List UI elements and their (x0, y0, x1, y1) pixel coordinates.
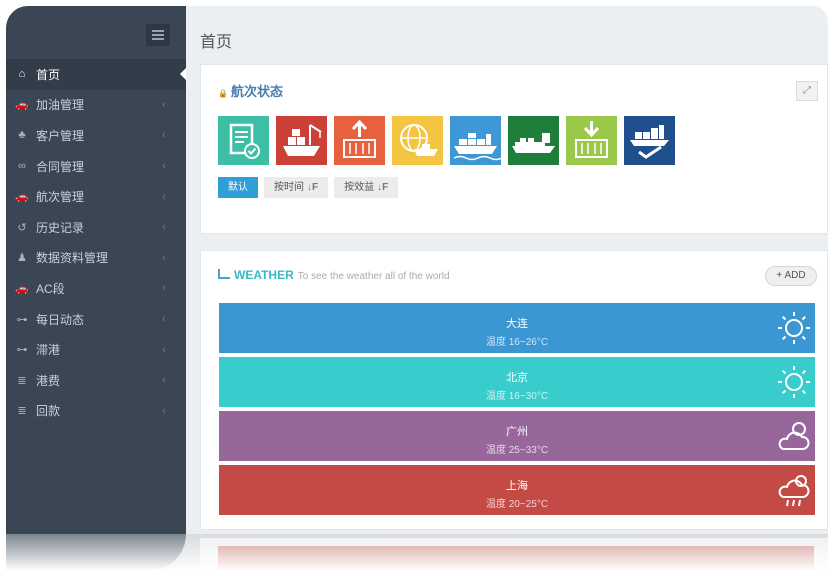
list-icon: ≣ (17, 374, 27, 387)
cloud-sun-icon (775, 417, 813, 455)
weather-city: 大连 (506, 318, 528, 330)
list-icon: ≣ (17, 405, 27, 418)
weather-row[interactable]: 北京温度 16~30°C (219, 357, 815, 407)
sun-icon (775, 363, 813, 401)
sidebar-item-label: 数据资料管理 (36, 251, 109, 266)
page-title: 首页 (200, 34, 233, 51)
sidebar-item-3[interactable]: ∞ 合同管理 ‹ (6, 151, 186, 182)
chevron-left-icon: ‹ (162, 190, 166, 203)
lock-icon: 🔒 (218, 89, 228, 98)
add-weather-button[interactable]: + ADD (765, 266, 817, 286)
ship-check-icon[interactable] (624, 116, 675, 165)
sidebar-item-label: 历史记录 (36, 220, 85, 235)
sidebar-item-label: 首页 (36, 67, 61, 82)
chevron-left-icon: ‹ (162, 221, 166, 234)
sidebar-nav: ⌂ 首页 🚗 加油管理 ‹ ♣ 客户管理 ‹ ∞ 合同管理 ‹ 🚗 航次管理 ‹ ↺ 历史记录 ‹ ♟ 数据资料管理… (6, 59, 187, 427)
car-icon: 🚗 (15, 99, 29, 112)
sidebar-item-10[interactable]: ≣ 港费 ‹ (6, 365, 186, 396)
chevron-left-icon: ‹ (162, 374, 166, 387)
weather-title: WEATHER (234, 268, 294, 282)
sidebar-item-8[interactable]: ⊶ 每日动态 ‹ (6, 304, 186, 335)
weather-city: 上海 (506, 480, 528, 492)
voyage-status-title-text: 航次状态 (230, 84, 283, 99)
chevron-left-icon: ‹ (162, 98, 166, 111)
cloud-rain-icon (775, 471, 813, 509)
sidebar-item-label: AC段 (36, 281, 65, 296)
weather-temp: 温度 16~26°C (485, 337, 549, 348)
weather-row[interactable]: 上海温度 20~25°C (219, 465, 815, 515)
sort-icon: ↓F (307, 182, 319, 193)
sort-button-0[interactable]: 默认 (218, 177, 258, 198)
chevron-left-icon: ‹ (162, 343, 166, 356)
sidebar-item-label: 合同管理 (36, 159, 85, 174)
sidebar: ⌂ 首页 🚗 加油管理 ‹ ♣ 客户管理 ‹ ∞ 合同管理 ‹ 🚗 航次管理 ‹ ↺ 历史记录 ‹ ♟ 数据资料管理… (6, 6, 187, 534)
weather-city: 北京 (506, 372, 528, 384)
voyage-status-title: 🔒 航次状态 (218, 81, 283, 100)
checklist-icon[interactable] (218, 116, 269, 165)
weather-panel: WEATHER To see the weather all of the wo… (200, 250, 828, 530)
weather-subtitle: To see the weather all of the world (297, 271, 450, 282)
sidebar-item-6[interactable]: ♟ 数据资料管理 ‹ (6, 243, 186, 274)
sidebar-item-9[interactable]: ⊶ 滞港 ‹ (6, 334, 186, 365)
chevron-left-icon: ‹ (162, 251, 166, 264)
sun-icon (775, 309, 813, 347)
container-unload-icon[interactable] (334, 116, 385, 165)
menu-toggle-icon[interactable] (146, 24, 170, 46)
sidebar-item-4[interactable]: 🚗 航次管理 ‹ (6, 181, 186, 212)
cargo-ship-icon[interactable] (508, 116, 559, 165)
history-icon: ↺ (17, 221, 27, 234)
bar-chart-icon (218, 269, 230, 279)
car-icon: 🚗 (15, 191, 29, 204)
sort-button-label: 按效益 (344, 182, 375, 193)
chevron-left-icon: ‹ (162, 129, 166, 142)
weather-temp: 温度 25~33°C (485, 445, 549, 456)
sidebar-item-label: 客户管理 (36, 128, 85, 143)
user-icon: ♟ (17, 252, 27, 265)
sort-bar: 默认 按时间 ↓F 按效益 ↓F (218, 177, 404, 198)
sort-button-2[interactable]: 按效益 ↓F (334, 177, 399, 198)
weather-row[interactable]: 大连温度 16~26°C (219, 303, 815, 353)
handshake-icon: ∞ (18, 160, 26, 173)
chevron-left-icon: ‹ (162, 313, 166, 326)
sort-button-1[interactable]: 按时间 ↓F (264, 177, 329, 198)
sidebar-item-label: 航次管理 (36, 190, 85, 205)
sidebar-item-5[interactable]: ↺ 历史记录 ‹ (6, 212, 186, 243)
sidebar-item-7[interactable]: 🚗 AC段 ‹ (6, 273, 186, 304)
sidebar-item-1[interactable]: 🚗 加油管理 ‹ (6, 90, 186, 121)
weather-row[interactable]: 广州温度 25~33°C (219, 411, 815, 461)
key-icon: ⊶ (16, 313, 28, 326)
user-icon: ♣ (18, 129, 26, 142)
sidebar-item-label: 每日动态 (36, 312, 85, 327)
home-icon: ⌂ (18, 68, 26, 81)
weather-city: 广州 (506, 426, 528, 438)
chevron-left-icon: ‹ (162, 282, 166, 295)
chevron-left-icon: ‹ (162, 404, 166, 417)
ship-crane-icon[interactable] (276, 116, 327, 165)
chevron-left-icon: ‹ (162, 160, 166, 173)
weather-header: WEATHER To see the weather all of the wo… (218, 268, 450, 282)
globe-ship-icon[interactable] (392, 116, 443, 165)
weather-temp: 温度 16~30°C (485, 391, 549, 402)
app-window: ⌂ 首页 🚗 加油管理 ‹ ♣ 客户管理 ‹ ∞ 合同管理 ‹ 🚗 航次管理 ‹ ↺ 历史记录 ‹ ♟ 数据资料管理… (6, 6, 828, 534)
sidebar-item-label: 港费 (36, 373, 61, 388)
sidebar-item-0[interactable]: ⌂ 首页 (6, 59, 187, 90)
sort-button-label: 按时间 (274, 182, 304, 193)
main-content: 首页 🔒 航次状态 ⤢ 默认 按时间 ↓F 按效益 ↓F WEATHER To … (186, 6, 828, 534)
expand-icon[interactable]: ⤢ (796, 81, 818, 101)
sort-button-label: 默认 (228, 182, 248, 193)
sort-icon: ↓F (377, 182, 389, 193)
weather-temp: 温度 20~25°C (485, 499, 549, 510)
reflection (6, 534, 828, 571)
voyage-status-panel: 🔒 航次状态 ⤢ 默认 按时间 ↓F 按效益 ↓F (200, 64, 828, 234)
sidebar-item-label: 滞港 (36, 343, 61, 358)
sidebar-item-label: 加油管理 (36, 98, 85, 113)
sidebar-item-2[interactable]: ♣ 客户管理 ‹ (6, 120, 186, 151)
sidebar-item-label: 回款 (36, 404, 61, 419)
car-icon: 🚗 (15, 282, 29, 295)
sidebar-item-11[interactable]: ≣ 回款 ‹ (6, 396, 186, 427)
key-icon: ⊶ (16, 344, 28, 357)
container-ship-icon[interactable] (450, 116, 501, 165)
container-load-icon[interactable] (566, 116, 617, 165)
